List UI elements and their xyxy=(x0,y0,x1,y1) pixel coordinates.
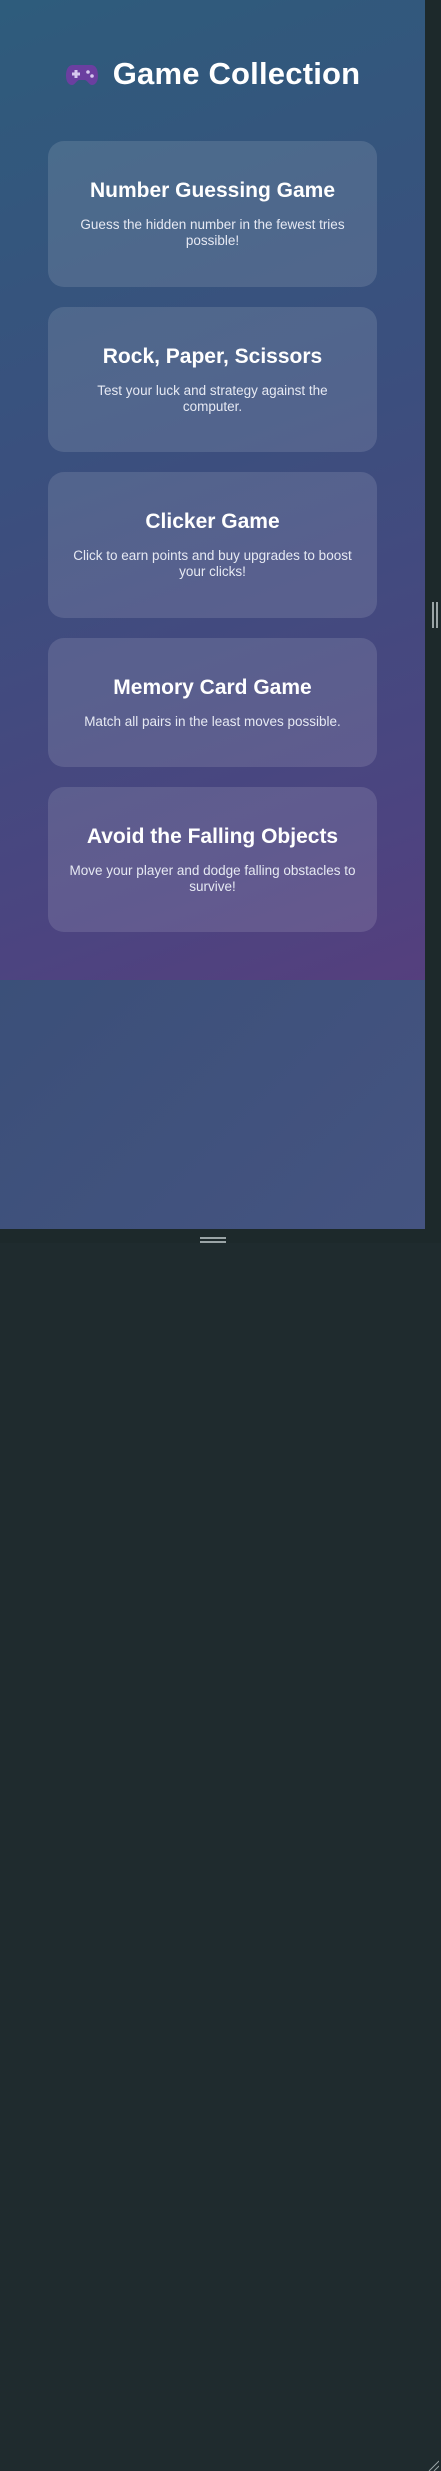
game-card-description: Match all pairs in the least moves possi… xyxy=(84,713,341,729)
game-card-avoid-falling-objects[interactable]: Avoid the Falling Objects Move your play… xyxy=(48,787,377,932)
browser-viewport: Game Collection Number Guessing Game Gue… xyxy=(0,0,425,1229)
game-card-rock-paper-scissors[interactable]: Rock, Paper, Scissors Test your luck and… xyxy=(48,307,377,452)
page-title: Game Collection xyxy=(112,56,361,91)
game-card-title: Memory Card Game xyxy=(113,675,312,699)
resize-corner-icon[interactable] xyxy=(427,2459,439,2471)
game-collection-page: Game Collection Number Guessing Game Gue… xyxy=(0,0,425,980)
game-card-title: Avoid the Falling Objects xyxy=(86,824,339,848)
resize-grip-icon[interactable] xyxy=(200,1237,226,1243)
game-card-title: Rock, Paper, Scissors xyxy=(102,344,323,368)
game-card-description: Guess the hidden number in the fewest tr… xyxy=(80,217,345,248)
resize-grip-icon[interactable] xyxy=(432,602,438,628)
game-card-description: Move your player and dodge falling obsta… xyxy=(69,862,356,894)
game-card-memory[interactable]: Memory Card Game Match all pairs in the … xyxy=(48,638,377,767)
gamepad-icon xyxy=(65,65,98,85)
game-card-title: Number Guessing Game xyxy=(89,179,336,202)
game-card-number-guessing[interactable]: Number Guessing Game Guess the hidden nu… xyxy=(48,141,377,287)
game-card-description: Click to earn points and buy upgrades to… xyxy=(73,548,352,579)
game-card-clicker[interactable]: Clicker Game Click to earn points and bu… xyxy=(48,472,377,618)
game-card-title: Clicker Game xyxy=(145,510,280,533)
page-header: Game Collection xyxy=(0,52,425,96)
vertical-scrollbar[interactable] xyxy=(425,0,441,1229)
horizontal-scrollbar[interactable] xyxy=(0,1229,441,2471)
game-card-description: Test your luck and strategy against the … xyxy=(97,382,328,414)
